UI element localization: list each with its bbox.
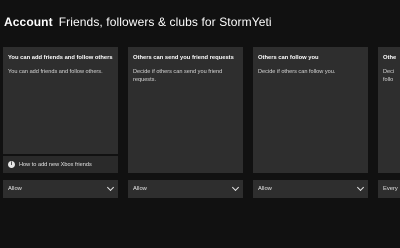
- chevron-down-icon: [356, 183, 365, 192]
- setting-title: Others can follow you: [258, 55, 319, 61]
- info-icon: i: [8, 161, 15, 168]
- dropdown-value: Allow: [258, 186, 272, 192]
- page-header: Account Friends, followers & clubs for St…: [4, 14, 272, 30]
- setting-card-friend-requests[interactable]: Others can send you friend requests Deci…: [128, 47, 243, 173]
- dropdown-value: Allow: [8, 186, 22, 192]
- setting-title: You can add friends and follow others: [8, 55, 113, 61]
- setting-title: Others can send you friend requests: [133, 55, 234, 61]
- dropdown-add-friends[interactable]: Allow: [3, 180, 118, 198]
- setting-description: Decide if others can send you friend req…: [133, 69, 223, 83]
- setting-card-followers[interactable]: Others can follow you Decide if others c…: [253, 47, 368, 173]
- setting-description: You can add friends and follow others.: [8, 69, 103, 75]
- dropdown-friend-requests[interactable]: Allow: [128, 180, 243, 198]
- dropdown-value: Allow: [133, 186, 147, 192]
- dropdown-followers[interactable]: Allow: [253, 180, 368, 198]
- setting-description: Decide if others can follow you.: [258, 69, 336, 75]
- dropdown-value: Every: [383, 186, 398, 192]
- page-title: Friends, followers & clubs for StormYeti: [58, 15, 272, 29]
- section-title: Account: [4, 15, 53, 29]
- help-link-add-friends[interactable]: i How to add new Xbox friends: [3, 156, 118, 173]
- setting-card-add-friends[interactable]: You can add friends and follow others Yo…: [3, 47, 118, 154]
- setting-card-partial[interactable]: Othe Deci follo: [378, 47, 400, 173]
- chevron-down-icon: [106, 183, 115, 192]
- dropdown-partial[interactable]: Every: [378, 180, 400, 198]
- chevron-down-icon: [231, 183, 240, 192]
- setting-title: Othe: [383, 55, 397, 61]
- setting-description: Deci follo: [383, 69, 395, 83]
- help-link-label: How to add new Xbox friends: [19, 161, 92, 168]
